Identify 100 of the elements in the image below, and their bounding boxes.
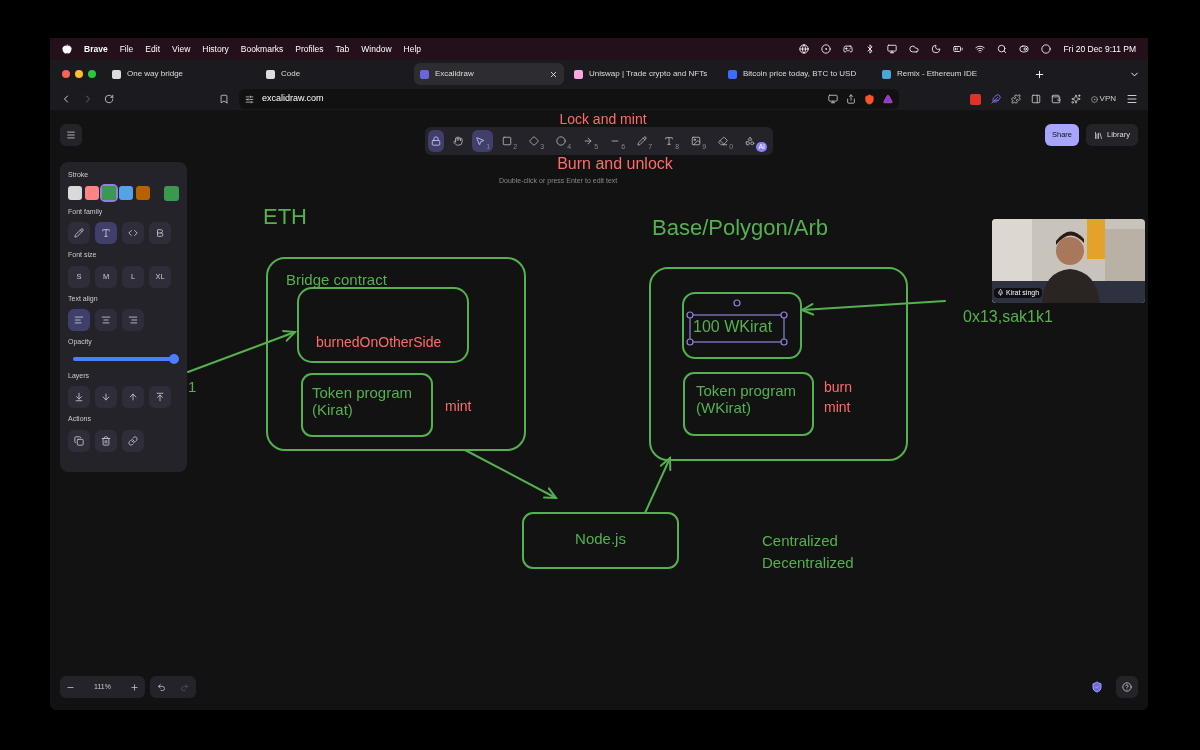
align-center-icon (101, 315, 111, 325)
bring-to-front-button[interactable] (149, 386, 171, 408)
pencil-icon (74, 228, 84, 238)
canvas-text: Node.js (574, 530, 627, 549)
align-right-button[interactable] (122, 309, 144, 331)
help-button[interactable] (1116, 676, 1138, 698)
new-tab-icon[interactable] (1034, 68, 1045, 80)
undo-icon[interactable] (157, 682, 166, 692)
menu-item[interactable]: History (202, 42, 229, 56)
color-swatch[interactable] (136, 186, 150, 200)
canvas-text: Bridge contract (286, 271, 387, 290)
cast-icon[interactable] (828, 94, 838, 104)
apple-icon[interactable] (62, 44, 72, 54)
sparkle-icon[interactable] (1070, 94, 1081, 104)
slider-thumb[interactable] (169, 353, 179, 364)
browser-tab[interactable]: Excalidraw (414, 63, 564, 85)
search-icon[interactable] (997, 44, 1008, 54)
menu-item[interactable]: File (119, 42, 134, 56)
shield-check-icon[interactable] (1091, 681, 1103, 693)
color-swatch[interactable] (68, 186, 82, 200)
color-swatch[interactable] (102, 186, 116, 200)
menu-item[interactable]: Bookmarks (240, 42, 284, 56)
align-center-button[interactable] (95, 309, 117, 331)
pencil-button[interactable] (68, 222, 90, 244)
align-left-button[interactable] (68, 309, 90, 331)
favicon-icon (574, 69, 583, 79)
menu-item[interactable]: Window (361, 42, 392, 56)
menu-icon[interactable] (1126, 93, 1138, 105)
send-backward-button[interactable] (95, 386, 117, 408)
shield-icon[interactable] (864, 93, 875, 105)
duplicate-icon (74, 435, 84, 446)
microphone-icon (997, 289, 1004, 297)
tool-button[interactable] (428, 130, 444, 152)
favicon-icon (882, 69, 891, 79)
favicon-icon (728, 69, 737, 79)
browser-tab[interactable]: Uniswap | Trade crypto and NFTs (568, 63, 718, 85)
moon-icon[interactable] (931, 44, 942, 54)
code-button[interactable] (122, 222, 144, 244)
canvas-text: Decentralized (762, 554, 854, 573)
send-to-back-button[interactable] (68, 386, 90, 408)
text-icon (664, 136, 675, 146)
canvas-text: ETH (263, 203, 307, 231)
cloud-icon[interactable] (909, 44, 920, 54)
pencil-icon (637, 136, 648, 146)
battery-icon[interactable] (953, 44, 964, 54)
close-icon[interactable] (549, 69, 558, 79)
triangle-icon[interactable] (883, 94, 893, 104)
delete-button[interactable] (95, 429, 117, 452)
display-icon[interactable] (887, 44, 898, 54)
duplicate-button[interactable] (68, 429, 90, 452)
share-icon[interactable] (846, 94, 856, 104)
pointer-icon (475, 136, 486, 146)
record-icon[interactable] (821, 44, 832, 54)
bold-button[interactable] (149, 222, 171, 244)
sidebar-icon[interactable] (1030, 94, 1041, 104)
site-settings-icon[interactable] (245, 94, 254, 104)
color-swatch[interactable] (85, 186, 99, 200)
vpn-button[interactable]: VPN (1090, 93, 1116, 105)
browser-tab[interactable]: Remix - Ethereum IDE (876, 63, 1026, 85)
selection-handles[interactable] (686, 299, 788, 346)
address-field[interactable]: excalidraw.com (239, 89, 899, 109)
align-right-icon (128, 315, 138, 325)
diamond-icon (529, 136, 540, 146)
bring-forward-button[interactable] (122, 386, 144, 408)
text-button[interactable] (95, 222, 117, 244)
arrow (644, 455, 672, 514)
color-swatch[interactable] (119, 186, 133, 200)
menu-item[interactable]: Brave (84, 42, 108, 56)
vpn-icon (1090, 95, 1098, 103)
url: excalidraw.com (262, 92, 324, 106)
circle-icon (556, 136, 567, 146)
zoom-in-icon[interactable] (130, 682, 139, 692)
wifi-icon[interactable] (975, 44, 986, 54)
reload-icon[interactable] (104, 94, 114, 104)
menu-item[interactable]: Profiles (295, 42, 324, 56)
link-icon (128, 435, 138, 446)
globe-icon[interactable] (799, 44, 810, 54)
tab-title: Excalidraw (435, 68, 474, 80)
clock: Fri 20 Dec 9:11 PM (1063, 42, 1136, 56)
main-menu-button[interactable] (60, 124, 82, 146)
control-center-icon[interactable] (1019, 44, 1030, 54)
current-color-swatch[interactable] (164, 185, 179, 201)
bookmark-icon[interactable] (219, 94, 229, 104)
canvas-text: Burn and unlock (556, 154, 674, 174)
gamepad-icon[interactable] (843, 44, 854, 54)
feather-icon[interactable] (990, 94, 1001, 104)
browser-tab[interactable]: Bitcoin price today, BTC to USD (722, 63, 872, 85)
menu-item[interactable]: View (172, 42, 191, 56)
puzzle-icon[interactable] (1010, 94, 1021, 104)
shapes-icon (745, 136, 756, 146)
wallet-icon[interactable] (1050, 94, 1061, 104)
bring-to-front-icon (155, 392, 165, 402)
menu-item[interactable]: Tab (335, 42, 350, 56)
menu-item[interactable]: Help (403, 42, 422, 56)
browser-tab[interactable]: Code (260, 63, 410, 85)
bluetooth-icon[interactable] (865, 44, 876, 54)
link-button[interactable] (122, 429, 144, 452)
menu-item[interactable]: Edit (145, 42, 160, 56)
browser-tab[interactable]: One way bridge (106, 63, 256, 85)
canvas-text: mint (445, 398, 472, 416)
